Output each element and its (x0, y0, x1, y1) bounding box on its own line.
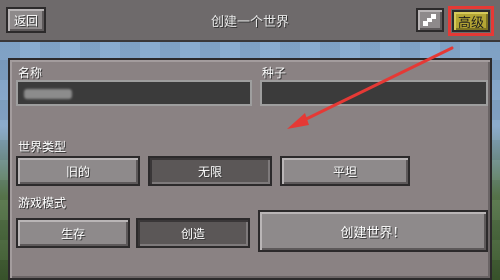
header-bar: 返回 创建一个世界 高级 (0, 0, 500, 42)
name-input[interactable] (16, 80, 252, 106)
game-mode-creative-button[interactable]: 创造 (136, 218, 250, 248)
seed-dice-icon (423, 14, 436, 26)
advanced-button[interactable]: 高级 (452, 10, 490, 32)
world-type-infinite-button[interactable]: 无限 (148, 156, 272, 186)
seed-input[interactable] (260, 80, 488, 106)
create-world-button[interactable]: 创建世界！ (258, 210, 488, 252)
redacted-name-text (24, 89, 72, 99)
seed-label: 种子 (262, 66, 287, 80)
create-world-panel: 名称 种子 世界类型 旧的 无限 平坦 游戏模式 生存 创造 创建世界！ (8, 58, 492, 280)
world-type-label: 世界类型 (18, 140, 67, 154)
game-mode-label: 游戏模式 (18, 196, 67, 210)
seed-dice-button[interactable] (416, 8, 444, 32)
world-type-flat-button[interactable]: 平坦 (280, 156, 410, 186)
name-label: 名称 (18, 66, 43, 80)
world-type-old-button[interactable]: 旧的 (16, 156, 140, 186)
game-mode-survival-button[interactable]: 生存 (16, 218, 130, 248)
